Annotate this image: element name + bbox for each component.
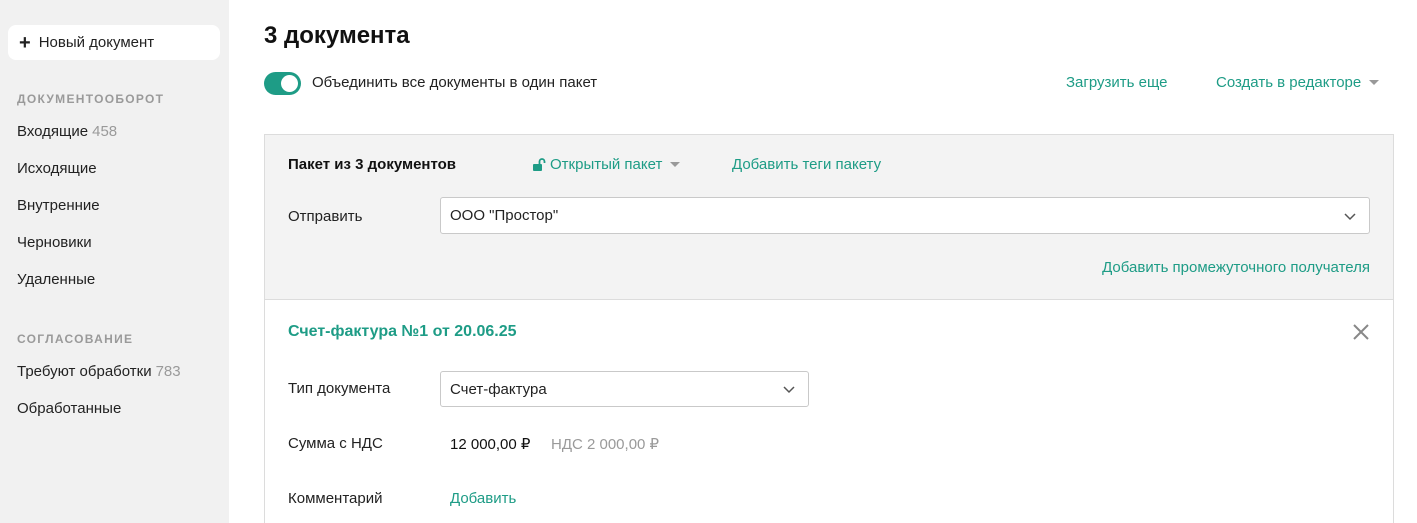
page-title: 3 документа bbox=[264, 22, 410, 49]
sidebar-item-label: Черновики bbox=[17, 234, 92, 251]
toggle-knob bbox=[281, 75, 298, 92]
sidebar-item-requires-processing[interactable]: Требуют обработки 783 bbox=[17, 363, 181, 380]
merge-toggle-label: Объединить все документы в один пакет bbox=[312, 74, 598, 91]
section-title-docflow: ДОКУМЕНТООБОРОТ bbox=[17, 92, 165, 106]
add-comment-link[interactable]: Добавить bbox=[450, 490, 516, 507]
document-type-value: Счет-фактура bbox=[450, 380, 547, 398]
sidebar-item-label: Внутренние bbox=[17, 197, 100, 214]
package-card: Пакет из 3 документов Открытый пакет Доб… bbox=[264, 134, 1394, 523]
sidebar-item-drafts[interactable]: Черновики bbox=[17, 234, 92, 251]
recipient-select[interactable]: ООО "Простор" bbox=[440, 197, 1370, 234]
section-title-approval: СОГЛАСОВАНИЕ bbox=[17, 332, 134, 346]
sidebar-item-label: Требуют обработки bbox=[17, 363, 152, 380]
sidebar-item-label: Входящие bbox=[17, 123, 89, 140]
merge-toggle[interactable] bbox=[264, 72, 301, 95]
send-label: Отправить bbox=[288, 208, 363, 225]
chevron-down-icon bbox=[1344, 212, 1356, 220]
new-document-button[interactable]: + Новый документ bbox=[8, 25, 220, 60]
caret-down-icon bbox=[670, 162, 681, 167]
unlock-icon bbox=[533, 157, 546, 171]
document-type-select[interactable]: Счет-фактура bbox=[440, 371, 809, 407]
sidebar-item-label: Обработанные bbox=[17, 400, 122, 417]
sidebar-item-deleted[interactable]: Удаленные bbox=[17, 271, 95, 288]
create-in-editor-label: Создать в редакторе bbox=[1216, 74, 1362, 91]
sidebar-item-processed[interactable]: Обработанные bbox=[17, 400, 121, 417]
sidebar-item-label: Удаленные bbox=[17, 271, 96, 288]
recipient-value: ООО "Простор" bbox=[450, 207, 559, 224]
load-more-link[interactable]: Загрузить еще bbox=[1066, 74, 1168, 91]
document-type-label: Тип документа bbox=[288, 380, 391, 397]
sidebar-item-inbox[interactable]: Входящие 458 bbox=[17, 123, 117, 140]
create-in-editor-dropdown[interactable]: Создать в редакторе bbox=[1216, 74, 1380, 91]
package-access-label: Открытый пакет bbox=[550, 156, 663, 173]
package-access-dropdown[interactable]: Открытый пакет bbox=[532, 156, 681, 173]
plus-icon: + bbox=[19, 31, 31, 54]
requires-processing-count: 783 bbox=[155, 363, 181, 380]
add-intermediate-recipient-link[interactable]: Добавить промежуточного получателя bbox=[1102, 259, 1370, 276]
sidebar: + Новый документ ДОКУМЕНТООБОРОТ Входящи… bbox=[0, 0, 229, 523]
sidebar-item-outbox[interactable]: Исходящие bbox=[17, 160, 97, 177]
inbox-count: 458 bbox=[92, 123, 118, 140]
sidebar-item-internal[interactable]: Внутренние bbox=[17, 197, 100, 214]
vat-value: НДС 2 000,00 ₽ bbox=[551, 436, 660, 453]
sidebar-item-label: Исходящие bbox=[17, 160, 97, 177]
chevron-down-icon bbox=[783, 386, 795, 394]
comment-label: Комментарий bbox=[288, 490, 383, 507]
document-title-link[interactable]: Счет-фактура №1 от 20.06.25 bbox=[288, 323, 517, 341]
caret-down-icon bbox=[1369, 80, 1380, 85]
add-package-tags-link[interactable]: Добавить теги пакету bbox=[732, 156, 881, 173]
close-icon[interactable] bbox=[1352, 323, 1370, 341]
sum-value: 12 000,00 ₽ bbox=[450, 436, 531, 453]
sum-label: Сумма с НДС bbox=[288, 435, 383, 452]
package-header: Пакет из 3 документов Открытый пакет Доб… bbox=[265, 135, 1393, 300]
package-title: Пакет из 3 документов bbox=[288, 156, 457, 173]
new-document-label: Новый документ bbox=[38, 34, 155, 51]
